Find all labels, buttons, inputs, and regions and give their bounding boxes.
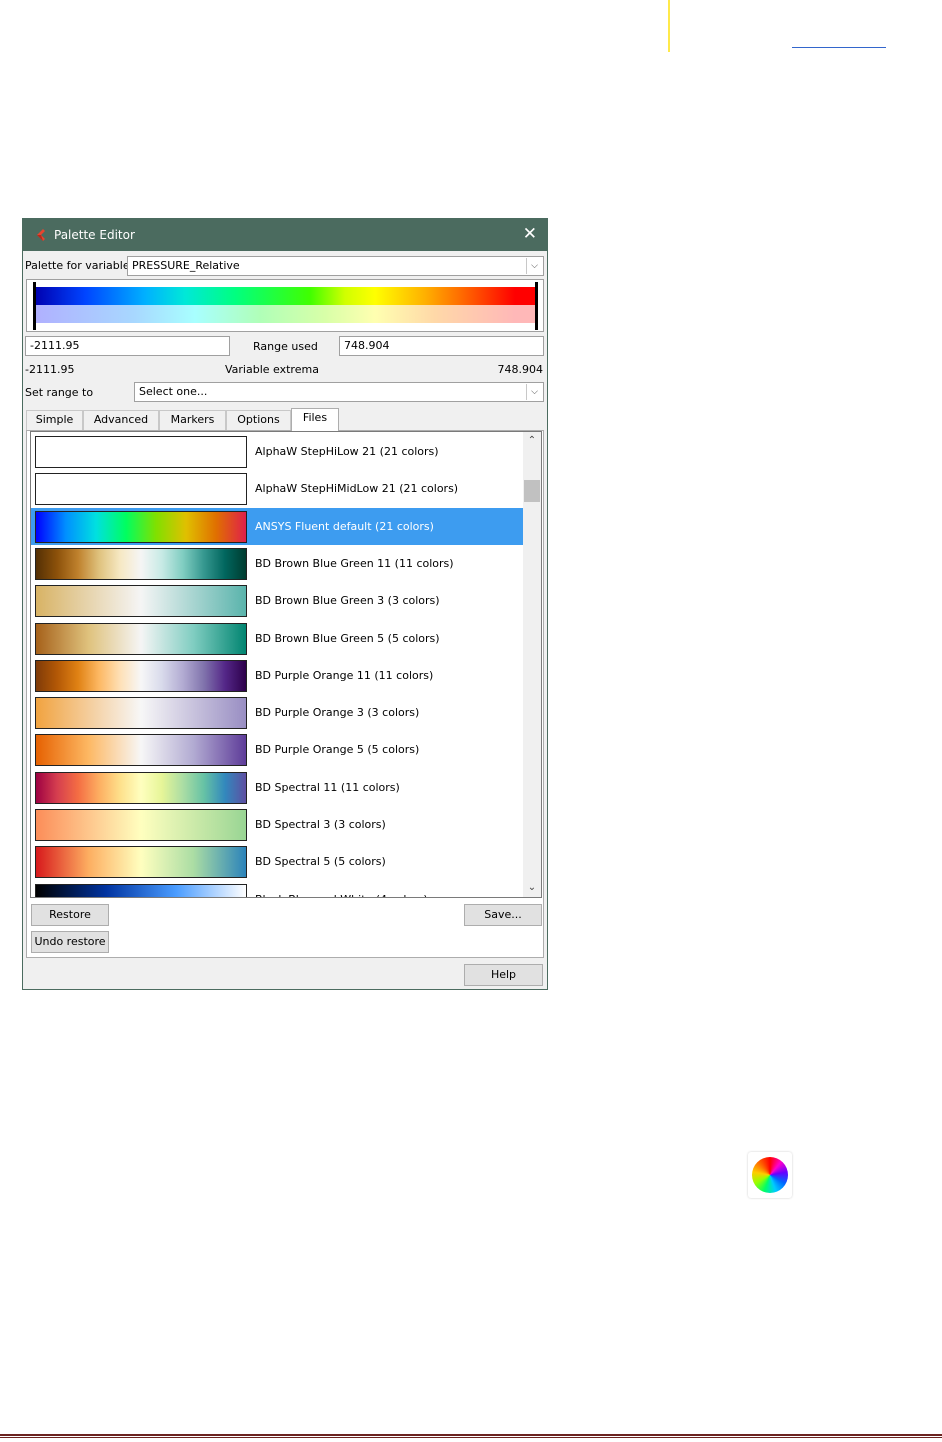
palette-label: BD Purple Orange 5 (5 colors)	[255, 743, 420, 756]
palette-label: BD Brown Blue Green 11 (11 colors)	[255, 557, 454, 570]
document-highlight-bar	[668, 0, 670, 52]
palette-swatch	[35, 660, 247, 692]
palette-label: Black Blue and White (4 colors)	[255, 893, 428, 897]
range-max-handle[interactable]	[535, 282, 538, 330]
palette-swatch	[35, 772, 247, 804]
palette-variable-select[interactable]: PRESSURE_Relative ⌵	[127, 256, 544, 276]
extrema-max: 748.904	[497, 363, 544, 376]
palette-label: ANSYS Fluent default (21 colors)	[255, 520, 434, 533]
scrollbar-thumb[interactable]	[524, 480, 540, 502]
tab-advanced[interactable]: Advanced	[83, 410, 159, 430]
range-used-label: Range used	[253, 340, 318, 353]
palette-list-item[interactable]: BD Spectral 11 (11 colors)	[31, 769, 523, 806]
palette-list-item[interactable]: BD Brown Blue Green 3 (3 colors)	[31, 582, 523, 619]
palette-editor-window: Palette Editor ✕ Palette for variable PR…	[22, 218, 548, 990]
palette-label: BD Purple Orange 11 (11 colors)	[255, 669, 434, 682]
palette-file-list[interactable]: AlphaW StepHiLow 21 (21 colors) AlphaW St…	[30, 431, 542, 898]
palette-list-item[interactable]: AlphaW StepHiLow 21 (21 colors)	[31, 433, 523, 470]
scroll-up-arrow-icon[interactable]: ⌃	[523, 432, 541, 450]
palette-swatch	[35, 884, 247, 897]
range-min-handle[interactable]	[33, 282, 36, 330]
tecplot-logo-icon	[37, 229, 45, 241]
palette-swatch	[35, 548, 247, 580]
range-max-value: 748.904	[344, 339, 390, 352]
palette-list-item[interactable]: BD Brown Blue Green 5 (5 colors)	[31, 620, 523, 657]
palette-label: BD Brown Blue Green 3 (3 colors)	[255, 594, 440, 607]
palette-list-item[interactable]: BD Purple Orange 3 (3 colors)	[31, 694, 523, 731]
palette-swatch	[35, 623, 247, 655]
extrema-min: -2111.95	[25, 363, 75, 376]
help-button[interactable]: Help	[464, 964, 543, 986]
palette-swatch	[35, 697, 247, 729]
document-footer-rule	[0, 1434, 942, 1438]
palette-list-item[interactable]: BD Spectral 5 (5 colors)	[31, 843, 523, 880]
palette-swatch	[35, 585, 247, 617]
close-icon[interactable]: ✕	[523, 224, 537, 244]
save-button[interactable]: Save...	[464, 904, 542, 926]
palette-list-item[interactable]: AlphaW StepHiMidLow 21 (21 colors)	[31, 470, 523, 507]
palette-label: BD Purple Orange 3 (3 colors)	[255, 706, 420, 719]
list-scrollbar[interactable]: ⌃ ⌄	[523, 432, 541, 897]
range-min-value: -2111.95	[30, 339, 80, 352]
palette-label: BD Spectral 3 (3 colors)	[255, 818, 386, 831]
document-link-underline	[792, 47, 886, 48]
tab-simple[interactable]: Simple	[26, 410, 83, 430]
chevron-down-icon[interactable]: ⌵	[526, 258, 542, 274]
palette-list-item[interactable]: BD Purple Orange 5 (5 colors)	[31, 731, 523, 768]
palette-label: AlphaW StepHiLow 21 (21 colors)	[255, 445, 439, 458]
window-title: Palette Editor	[54, 228, 135, 242]
palette-variable-label: Palette for variable	[25, 259, 130, 272]
tab-markers[interactable]: Markers	[159, 410, 226, 430]
scroll-down-arrow-icon[interactable]: ⌄	[523, 879, 541, 897]
set-range-select[interactable]: Select one... ⌵	[134, 382, 544, 402]
palette-strip-secondary	[35, 305, 535, 323]
tab-options[interactable]: Options	[226, 410, 291, 430]
palette-variable-value: PRESSURE_Relative	[132, 259, 240, 272]
palette-swatch	[35, 846, 247, 878]
palette-list-item[interactable]: Black Blue and White (4 colors)	[31, 881, 523, 897]
palette-swatch	[35, 436, 247, 468]
undo-restore-button[interactable]: Undo restore	[31, 931, 109, 953]
palette-label: BD Spectral 11 (11 colors)	[255, 781, 400, 794]
range-min-input[interactable]: -2111.95	[25, 336, 230, 356]
palette-list-item[interactable]: ANSYS Fluent default (21 colors)	[31, 508, 523, 545]
range-max-input[interactable]: 748.904	[339, 336, 544, 356]
extrema-label: Variable extrema	[225, 363, 319, 376]
files-tab-panel: AlphaW StepHiLow 21 (21 colors) AlphaW St…	[26, 430, 544, 958]
palette-swatch	[35, 473, 247, 505]
palette-colorbar[interactable]	[26, 279, 544, 332]
palette-swatch	[35, 809, 247, 841]
tab-files[interactable]: Files	[291, 408, 339, 431]
palette-label: AlphaW StepHiMidLow 21 (21 colors)	[255, 482, 459, 495]
palette-list-item[interactable]: BD Purple Orange 11 (11 colors)	[31, 657, 523, 694]
restore-button[interactable]: Restore	[31, 904, 109, 926]
palette-swatch	[35, 734, 247, 766]
palette-label: BD Brown Blue Green 5 (5 colors)	[255, 632, 440, 645]
color-wheel-disc	[752, 1157, 788, 1193]
palette-list-item[interactable]: BD Brown Blue Green 11 (11 colors)	[31, 545, 523, 582]
chevron-down-icon[interactable]: ⌵	[526, 384, 542, 400]
palette-strip-primary	[35, 287, 535, 305]
set-range-label: Set range to	[25, 386, 94, 399]
palette-label: BD Spectral 5 (5 colors)	[255, 855, 386, 868]
set-range-value: Select one...	[139, 385, 208, 398]
color-wheel-icon[interactable]	[748, 1152, 792, 1198]
palette-list-item[interactable]: BD Spectral 3 (3 colors)	[31, 806, 523, 843]
palette-swatch	[35, 511, 247, 543]
title-bar: Palette Editor ✕	[23, 219, 547, 251]
